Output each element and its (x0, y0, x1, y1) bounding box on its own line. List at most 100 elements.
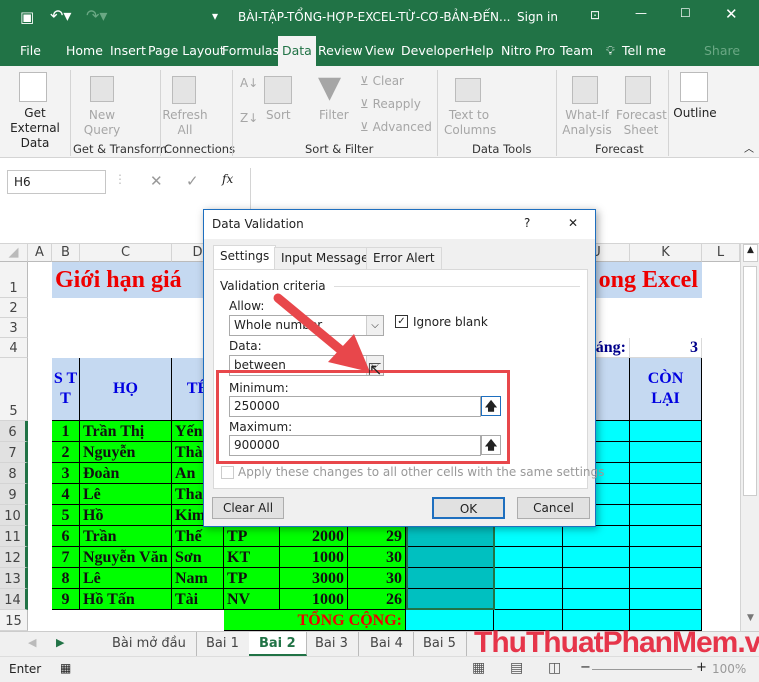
g-cell[interactable]: 29 (348, 526, 406, 547)
ho-cell[interactable]: Nguyễn (80, 442, 172, 463)
select-all-button[interactable]: ◢ (0, 244, 28, 262)
ten-cell[interactable]: Sơn (172, 547, 224, 568)
clear-all-button[interactable]: Clear All (212, 497, 284, 519)
sort-az-icon[interactable]: A↓ (240, 76, 258, 91)
new-query-button[interactable]: New Query (80, 108, 124, 138)
cyan-cell[interactable] (494, 547, 563, 568)
normal-view-icon[interactable]: ▦ (472, 660, 485, 676)
column-header[interactable]: L (702, 244, 740, 262)
tab-data[interactable]: Data (278, 36, 316, 66)
customize-qat-icon[interactable]: ▾ (212, 9, 218, 23)
column-header[interactable]: B (52, 244, 80, 262)
ten-cell[interactable]: Tài (172, 589, 224, 610)
outline-button[interactable]: Outline (673, 106, 717, 121)
tab-help[interactable]: Help (465, 43, 494, 58)
cyan-cell[interactable] (494, 589, 563, 610)
collapse-ribbon-icon[interactable]: ︿ (744, 142, 754, 157)
tab-review[interactable]: Review (318, 43, 363, 58)
zoom-slider[interactable] (592, 669, 692, 670)
row-header[interactable]: 7 (0, 442, 28, 463)
minimize-button[interactable]: — (635, 6, 647, 20)
share-button[interactable]: Share (704, 43, 740, 58)
macro-record-icon[interactable]: ▦ (60, 661, 71, 675)
close-button[interactable]: ✕ (725, 5, 738, 23)
tab-team[interactable]: Team (560, 43, 593, 58)
chuc-vu-cell[interactable]: TP (224, 568, 280, 589)
sheet-tab[interactable]: Bai 2 (249, 632, 307, 656)
cyan-cell[interactable] (563, 526, 630, 547)
cyan-cell[interactable] (563, 568, 630, 589)
sort-za-icon[interactable]: Z↓ (240, 111, 258, 126)
cyan-cell[interactable] (630, 421, 702, 442)
chuc-vu-cell[interactable]: TP (224, 526, 280, 547)
ho-cell[interactable]: Hồ (80, 505, 172, 526)
chuc-vu-cell[interactable]: KT (224, 547, 280, 568)
header-ho[interactable]: HỌ (80, 358, 172, 421)
tab-insert[interactable]: Insert (110, 43, 146, 58)
zoom-out-button[interactable]: − (580, 660, 591, 675)
cyan-cell[interactable] (563, 547, 630, 568)
tab-home[interactable]: Home (66, 43, 103, 58)
row-header[interactable]: 13 (0, 568, 28, 589)
g-cell[interactable]: 30 (348, 568, 406, 589)
stt-cell[interactable]: 4 (52, 484, 80, 505)
ho-cell[interactable]: Đoàn (80, 463, 172, 484)
tab-error-alert[interactable]: Error Alert (366, 247, 442, 269)
row-header[interactable]: 10 (0, 505, 28, 526)
cyan-cell[interactable] (563, 589, 630, 610)
page-layout-view-icon[interactable]: ▤ (510, 660, 523, 676)
row-header[interactable]: 3 (0, 318, 28, 338)
cyan-cell[interactable] (494, 568, 563, 589)
sheet-tab[interactable]: Bai 3 (305, 632, 359, 656)
enter-icon[interactable]: ✓ (186, 172, 199, 190)
stt-cell[interactable]: 5 (52, 505, 80, 526)
name-box[interactable]: H6 (7, 170, 106, 194)
f-cell[interactable]: 2000 (280, 526, 348, 547)
f-cell[interactable]: 3000 (280, 568, 348, 589)
stt-cell[interactable]: 2 (52, 442, 80, 463)
tab-page-layout[interactable]: Page Layout (148, 43, 225, 58)
redo-icon[interactable]: ↷▾ (86, 6, 107, 25)
stt-cell[interactable]: 1 (52, 421, 80, 442)
g-cell[interactable]: 30 (348, 547, 406, 568)
f-cell[interactable]: 1000 (280, 547, 348, 568)
ho-cell[interactable]: Lê (80, 568, 172, 589)
ho-cell[interactable]: Nguyễn Văn (80, 547, 172, 568)
row-header[interactable]: 14 (0, 589, 28, 610)
cyan-cell[interactable] (630, 442, 702, 463)
row-header[interactable]: 9 (0, 484, 28, 505)
sheet-tab[interactable]: Bài mở đầu (102, 632, 197, 656)
ho-cell[interactable]: Trần Thị (80, 421, 172, 442)
row-header[interactable]: 11 (0, 526, 28, 547)
cyan-cell[interactable] (630, 547, 702, 568)
clear-button[interactable]: ⊻ Clear (360, 74, 404, 89)
cyan-cell[interactable] (494, 526, 563, 547)
cyan-cell[interactable] (630, 526, 702, 547)
ignore-blank-checkbox[interactable]: ✓ (395, 315, 408, 328)
sign-in-link[interactable]: Sign in (517, 10, 558, 24)
tell-me-search[interactable]: Tell me (622, 43, 666, 58)
row-header[interactable]: 5 (0, 358, 28, 421)
ho-cell[interactable]: Hồ Tấn (80, 589, 172, 610)
text-to-columns-button[interactable]: Text to Columns (444, 108, 496, 138)
tab-settings[interactable]: Settings (213, 245, 277, 270)
tab-developer[interactable]: Developer (401, 43, 465, 58)
ten-cell[interactable]: Nam (172, 568, 224, 589)
sheet-tab[interactable]: Bai 4 (360, 632, 414, 656)
maximize-button[interactable]: ☐ (680, 6, 691, 20)
tab-file[interactable]: File (20, 43, 41, 58)
undo-icon[interactable]: ↶▾ (50, 6, 71, 25)
column-header[interactable]: K (630, 244, 702, 262)
tab-input-message[interactable]: Input Message (274, 247, 376, 269)
next-sheet-icon[interactable]: ▶ (56, 636, 64, 649)
page-break-view-icon[interactable]: ◫ (548, 660, 561, 676)
stt-cell[interactable]: 7 (52, 547, 80, 568)
reapply-button[interactable]: ⊻ Reapply (360, 97, 421, 112)
insert-function-button[interactable]: fx (222, 172, 233, 186)
stt-cell[interactable]: 8 (52, 568, 80, 589)
what-if-analysis-button[interactable]: What-If Analysis (562, 108, 612, 138)
ten-cell[interactable]: Thế (172, 526, 224, 547)
ho-cell[interactable]: Trần (80, 526, 172, 547)
row-header[interactable]: 2 (0, 298, 28, 318)
advanced-button[interactable]: ⊻ Advanced (360, 120, 432, 135)
